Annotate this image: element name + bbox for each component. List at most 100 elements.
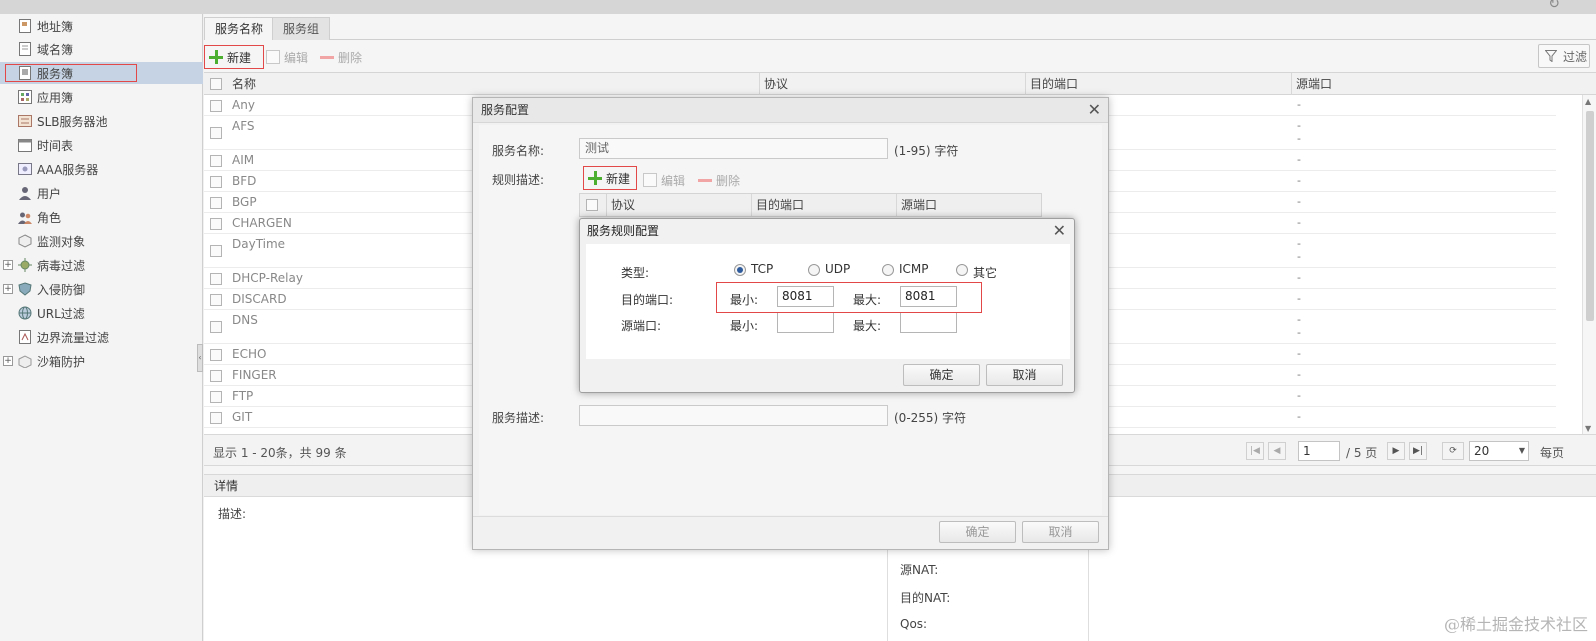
rule-column-protocol[interactable]: 协议 (606, 194, 752, 216)
sidebar-item-label: 病毒过滤 (37, 258, 86, 273)
src-port-min-input[interactable] (777, 312, 834, 333)
row-checkbox[interactable] (210, 127, 222, 139)
scroll-down-icon[interactable]: ▼ (1585, 424, 1591, 433)
first-page-icon[interactable]: |◀ (1246, 442, 1264, 460)
row-checkbox[interactable] (210, 218, 222, 230)
delete-button[interactable]: 删除 (316, 45, 368, 69)
radio-other[interactable] (956, 264, 968, 276)
rule-cancel-button[interactable]: 取消 (986, 364, 1063, 386)
row-name: DNS (232, 313, 258, 327)
filter-button[interactable]: 过滤 (1538, 44, 1590, 68)
row-checkbox[interactable] (210, 155, 222, 167)
row-checkbox[interactable] (210, 197, 222, 209)
row-checkbox[interactable] (210, 391, 222, 403)
rule-column-src-port[interactable]: 源端口 (897, 194, 1041, 216)
sidebar-item-domain-book[interactable]: 域名簿 (0, 38, 203, 60)
edit-button[interactable]: 编辑 (262, 45, 314, 69)
new-button[interactable]: 新建 (204, 45, 264, 69)
type-label: 类型: (621, 266, 650, 280)
sidebar-item-sandbox[interactable]: + 沙箱防护 (0, 350, 203, 372)
row-checkbox[interactable] (210, 100, 222, 112)
service-desc-input[interactable] (579, 405, 888, 426)
sidebar-item-label: 时间表 (37, 138, 74, 153)
edit-icon (266, 50, 280, 64)
scroll-up-icon[interactable]: ▲ (1585, 97, 1591, 106)
close-icon[interactable]: ✕ (1088, 102, 1101, 118)
row-name: DISCARD (232, 292, 287, 306)
row-checkbox[interactable] (210, 412, 222, 424)
sidebar-item-ips[interactable]: + 入侵防御 (0, 278, 203, 300)
rule-delete-button[interactable]: 删除 (694, 168, 748, 192)
sidebar-collapse-handle[interactable]: ‹ (197, 344, 203, 372)
service-name-input[interactable]: 测试 (579, 138, 888, 159)
column-header-protocol[interactable]: 协议 (760, 73, 1026, 95)
service-cancel-button[interactable]: 取消 (1022, 521, 1099, 543)
sidebar-item-user[interactable]: 用户 (0, 182, 203, 204)
sidebar-item-virus-filter[interactable]: + 病毒过滤 (0, 254, 203, 276)
toolbar: 新建 编辑 删除 过滤 (204, 42, 1596, 72)
sidebar-item-border-traffic[interactable]: 边界流量过滤 (0, 326, 203, 348)
tab-service-group[interactable]: 服务组 (272, 17, 331, 40)
column-header-src-port[interactable]: 源端口 (1292, 73, 1582, 95)
sidebar-item-label: 角色 (37, 210, 62, 225)
sidebar-item-service-book[interactable]: 服务簿 (0, 62, 203, 84)
row-name: FINGER (232, 368, 277, 382)
sidebar-item-slb-pool[interactable]: SLB服务器池 (0, 110, 203, 132)
table-scrollbar[interactable]: ▲ ▼ (1582, 95, 1596, 435)
user-icon (18, 186, 32, 200)
tab-service-name[interactable]: 服务名称 (204, 17, 275, 40)
service-desc-label: 服务描述: (492, 411, 545, 425)
expand-icon[interactable]: + (3, 356, 13, 366)
sidebar-item-app-book[interactable]: 应用簿 (0, 86, 203, 108)
rule-new-button[interactable]: 新建 (583, 166, 637, 190)
page-number-input[interactable]: 1 (1298, 441, 1340, 461)
expand-icon[interactable]: + (3, 284, 13, 294)
sidebar-item-schedule[interactable]: 时间表 (0, 134, 203, 156)
service-name-label: 服务名称: (492, 144, 545, 158)
sidebar-item-role[interactable]: 角色 (0, 206, 203, 228)
sidebar-item-aaa-server[interactable]: AAA服务器 (0, 158, 203, 180)
sidebar-item-label: AAA服务器 (37, 162, 99, 177)
service-ok-button[interactable]: 确定 (939, 521, 1016, 543)
row-checkbox[interactable] (210, 273, 222, 285)
select-all-checkbox[interactable] (210, 78, 222, 90)
rule-column-dst-port[interactable]: 目的端口 (752, 194, 897, 216)
sidebar-item-url-filter[interactable]: URL过滤 (0, 302, 203, 324)
scroll-thumb[interactable] (1586, 111, 1594, 321)
row-checkbox[interactable] (210, 321, 222, 333)
sidebar-item-monitor[interactable]: 监测对象 (0, 230, 203, 252)
minus-icon (320, 50, 334, 64)
sidebar-item-label: URL过滤 (37, 306, 85, 321)
radio-udp-label: UDP (825, 262, 851, 276)
expand-icon[interactable]: + (3, 260, 13, 270)
row-checkbox[interactable] (210, 245, 222, 257)
last-page-icon[interactable]: ▶| (1409, 442, 1427, 460)
page-size-select[interactable]: 20 ▼ (1469, 441, 1529, 461)
rule-select-all-checkbox[interactable] (586, 199, 598, 211)
top-bar: ↻ (0, 0, 1596, 14)
close-icon[interactable]: ✕ (1053, 223, 1066, 239)
refresh-icon[interactable]: ⟳ (1442, 442, 1464, 460)
column-header-name[interactable]: 名称 (228, 73, 760, 95)
rule-ok-button[interactable]: 确定 (903, 364, 980, 386)
radio-udp[interactable] (808, 264, 820, 276)
row-checkbox[interactable] (210, 294, 222, 306)
column-header-dst-port[interactable]: 目的端口 (1026, 73, 1292, 95)
src-port-max-input[interactable] (900, 312, 957, 333)
next-page-icon[interactable]: ▶ (1387, 442, 1405, 460)
row-checkbox[interactable] (210, 349, 222, 361)
refresh-icon[interactable]: ↻ (1548, 0, 1560, 12)
radio-tcp[interactable] (734, 264, 746, 276)
detail-dst-nat-label: 目的NAT: (900, 591, 951, 605)
rule-edit-button[interactable]: 编辑 (639, 168, 691, 192)
server-pool-icon (18, 114, 32, 128)
row-src-port: - (1297, 237, 1301, 250)
row-src-port: - (1297, 250, 1301, 263)
prev-page-icon[interactable]: ◀ (1268, 442, 1286, 460)
sidebar-item-address-book[interactable]: 地址簿 (0, 15, 203, 37)
row-checkbox[interactable] (210, 176, 222, 188)
radio-icmp[interactable] (882, 264, 894, 276)
src-port-label: 源端口: (621, 319, 662, 333)
watermark: @稀土掘金技术社区 (1443, 615, 1588, 634)
row-checkbox[interactable] (210, 370, 222, 382)
